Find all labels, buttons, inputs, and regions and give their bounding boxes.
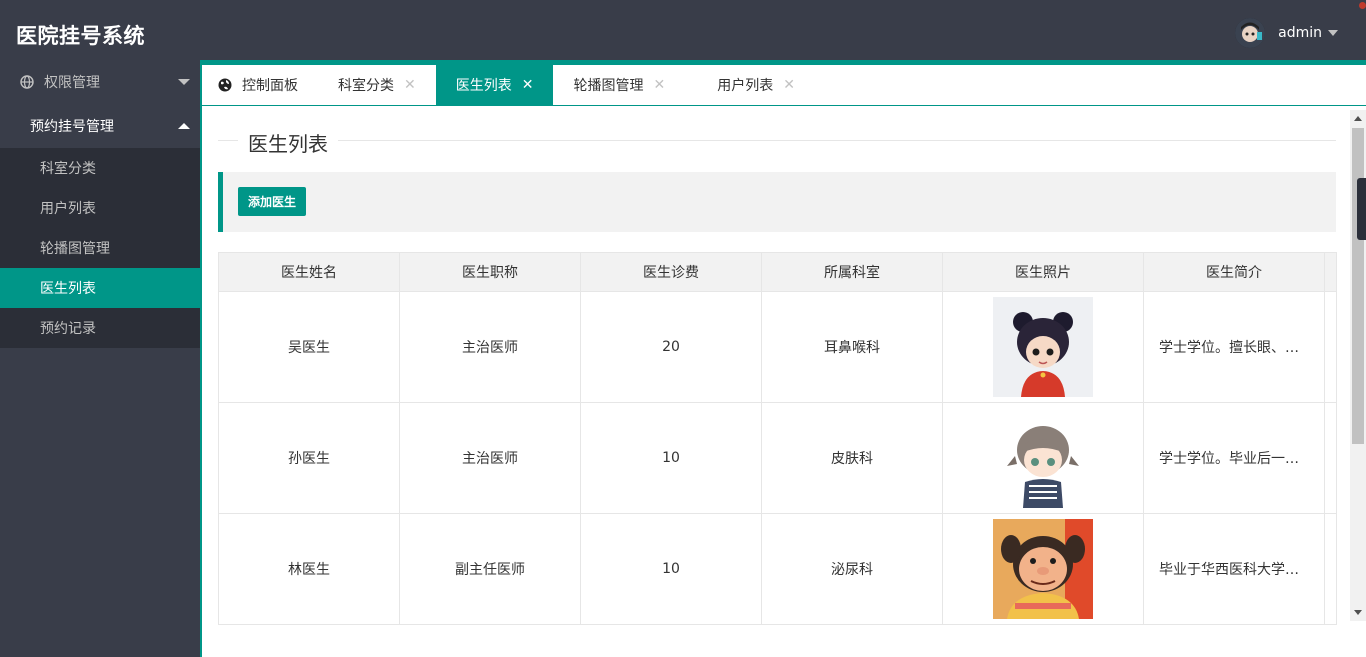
nav-group-appointments[interactable]: 预约挂号管理 [0, 104, 200, 148]
tab-carousel[interactable]: 轮播图管理 ✕ [553, 65, 685, 105]
column-header: 医生诊费 [580, 252, 762, 292]
subnav: 科室分类 用户列表 轮播图管理 医生列表 预约记录 [0, 148, 200, 348]
doctor-photo [993, 297, 1093, 397]
doctor-title: 副主任医师 [399, 513, 581, 625]
doctor-photo-cell [942, 402, 1144, 514]
tab-bar: 控制面板 科室分类 ✕ 医生列表 ✕ 轮播图管理 ✕ 用户列表 ✕ [200, 60, 1366, 106]
tab-label: 科室分类 [338, 78, 394, 94]
sidebar-item-users[interactable]: 用户列表 [0, 188, 200, 228]
extra-cell [1324, 291, 1337, 403]
tab-departments[interactable]: 科室分类 ✕ [318, 65, 436, 105]
close-icon[interactable]: ✕ [653, 77, 665, 93]
doctor-table: 医生姓名 医生职称 医生诊费 所属科室 医生照片 医生简介 吴医生 主治医师 2… [218, 252, 1337, 625]
extra-cell [1324, 402, 1337, 514]
doctor-photo-cell [942, 513, 1144, 625]
doctor-dept: 泌尿科 [761, 513, 943, 625]
column-header: 医生职称 [399, 252, 581, 292]
chevron-up-icon [178, 123, 190, 129]
doctor-photo-cell [942, 291, 1144, 403]
close-icon[interactable]: ✕ [783, 77, 795, 93]
tab-doctors[interactable]: 医生列表 ✕ [435, 65, 554, 105]
user-menu[interactable]: admin [1235, 18, 1338, 48]
doctor-intro: 学士学位。擅长眼、… [1143, 291, 1325, 403]
top-header: 医院挂号系统 admin [0, 0, 1366, 60]
tab-label: 轮播图管理 [573, 78, 644, 94]
notification-dot [1359, 2, 1366, 9]
nav-group-label: 权限管理 [44, 75, 100, 91]
column-header: 医生照片 [942, 252, 1144, 292]
scrollbar-thumb[interactable] [1352, 128, 1364, 444]
divider [218, 140, 1336, 141]
doctor-title: 主治医师 [399, 402, 581, 514]
column-header-extra [1324, 252, 1337, 292]
scroll-down-icon[interactable] [1354, 610, 1362, 615]
tab-users[interactable]: 用户列表 ✕ [685, 65, 815, 105]
doctor-fee: 10 [580, 513, 762, 625]
doctor-title: 主治医师 [399, 291, 581, 403]
add-doctor-button[interactable]: 添加医生 [238, 187, 306, 216]
sidebar-item-carousel[interactable]: 轮播图管理 [0, 228, 200, 268]
tab-label: 医生列表 [455, 78, 512, 94]
globe-icon [20, 75, 34, 89]
table-row: 孙医生 主治医师 10 皮肤科 学士学位。毕业后一… [218, 402, 1337, 514]
side-handle[interactable] [1357, 178, 1366, 240]
page-title-fieldset: 医生列表 [218, 128, 1336, 157]
doctor-intro: 毕业于华西医科大学… [1143, 513, 1325, 625]
chevron-down-icon [178, 79, 190, 85]
doctor-photo [993, 408, 1093, 508]
doctor-name: 林医生 [218, 513, 400, 625]
doctor-dept: 耳鼻喉科 [761, 291, 943, 403]
doctor-name: 吴医生 [218, 291, 400, 403]
avatar[interactable] [1235, 18, 1266, 48]
username[interactable]: admin [1278, 25, 1322, 41]
close-icon[interactable]: ✕ [404, 77, 416, 93]
sidebar-item-doctors[interactable]: 医生列表 [0, 268, 200, 308]
doctor-fee: 10 [580, 402, 762, 514]
doctor-fee: 20 [580, 291, 762, 403]
column-header: 所属科室 [761, 252, 943, 292]
column-header: 医生姓名 [218, 252, 400, 292]
main-content: 医生列表 添加医生 医生姓名 医生职称 医生诊费 所属科室 医生照片 医生简介 … [200, 106, 1366, 657]
app-title: 医院挂号系统 [16, 24, 145, 48]
table-row: 林医生 副主任医师 10 泌尿科 毕业于华西医科大学… [218, 513, 1337, 625]
column-header: 医生简介 [1143, 252, 1325, 292]
toolbar: 添加医生 [218, 172, 1336, 232]
extra-cell [1324, 513, 1337, 625]
nav-group-label: 预约挂号管理 [30, 119, 114, 135]
doctor-photo [993, 519, 1093, 619]
chevron-down-icon[interactable] [1328, 30, 1338, 36]
table-header-row: 医生姓名 医生职称 医生诊费 所属科室 医生照片 医生简介 [218, 252, 1337, 292]
scroll-up-icon[interactable] [1354, 116, 1362, 121]
doctor-name: 孙医生 [218, 402, 400, 514]
tab-label: 用户列表 [717, 78, 774, 94]
nav-group-permissions[interactable]: 权限管理 [0, 60, 200, 104]
table-row: 吴医生 主治医师 20 耳鼻喉科 学士学位。擅长眼、… [218, 291, 1337, 403]
tab-label: 控制面板 [242, 78, 298, 94]
globe-icon [218, 78, 232, 92]
tab-dashboard[interactable]: 控制面板 [202, 65, 318, 105]
doctor-dept: 皮肤科 [761, 402, 943, 514]
doctor-intro: 学士学位。毕业后一… [1143, 402, 1325, 514]
sidebar-item-departments[interactable]: 科室分类 [0, 148, 200, 188]
page-title: 医生列表 [238, 128, 338, 157]
close-icon[interactable]: ✕ [522, 77, 534, 93]
sidebar: 权限管理 预约挂号管理 科室分类 用户列表 轮播图管理 医生列表 预约记录 [0, 60, 200, 657]
sidebar-item-appointments[interactable]: 预约记录 [0, 308, 200, 348]
